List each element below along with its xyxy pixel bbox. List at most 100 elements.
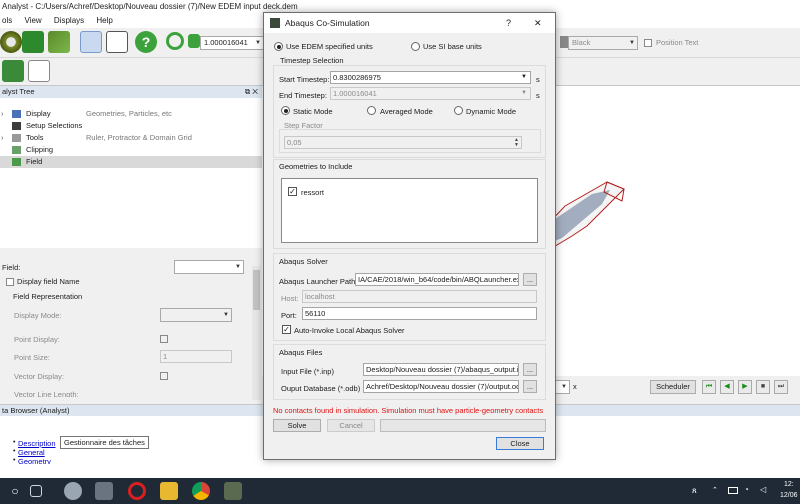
wifi-icon[interactable]: ◔	[744, 485, 749, 494]
solve-button[interactable]: Solve	[273, 419, 321, 432]
point-size-label: Point Size:	[14, 353, 50, 362]
field-combo[interactable]: ▼	[174, 260, 244, 274]
geometries-header: Geometries to Include	[279, 162, 353, 171]
edem-icon	[270, 18, 280, 28]
scrollbar-thumb[interactable]	[253, 270, 260, 310]
display-mode-label: Display Mode:	[14, 311, 62, 320]
abaqus-files-header: Abaqus Files	[279, 348, 323, 357]
chevron-down-icon: ▼	[521, 90, 527, 96]
tree-item-tools[interactable]: › Tools Ruler, Protractor & Domain Grid	[0, 132, 262, 144]
skip-start-icon[interactable]: ⏮	[702, 380, 716, 394]
close-button[interactable]: Close	[496, 437, 544, 450]
link-geometry[interactable]: Geometry	[18, 457, 51, 464]
search-icon[interactable]: ○	[6, 482, 24, 500]
spin-down-icon[interactable]: ▼	[514, 143, 519, 148]
menu-displays[interactable]: Displays	[54, 16, 84, 25]
output-database-input[interactable]: Achref/Desktop/Nouveau dossier (7)/outpu…	[363, 380, 519, 393]
timestep-combo[interactable]: 1.000016041 ▼	[200, 36, 264, 50]
help-icon[interactable]: ?	[135, 31, 157, 53]
geometry-ressort-checkbox[interactable]: ✓	[288, 187, 297, 196]
edem-analyst-icon[interactable]	[224, 482, 242, 500]
3d-view-icon[interactable]	[80, 31, 102, 53]
chevron-down-icon: ▼	[223, 312, 229, 318]
display-icon	[12, 110, 21, 118]
tree-item-field[interactable]: Field	[0, 156, 262, 168]
use-si-units-radio[interactable]	[411, 42, 420, 51]
task-view-icon[interactable]	[30, 485, 42, 497]
launcher-path-input[interactable]: IA/CAE/2018/win_b64/code/bin/ABQLauncher…	[355, 273, 519, 286]
list-icon[interactable]	[28, 60, 50, 82]
link-description[interactable]: Description	[18, 439, 56, 448]
output-database-browse-button[interactable]: ...	[523, 380, 537, 393]
abaqus-cosimulation-dialog: Abaqus Co-Simulation ? ✕ Use EDEM specif…	[263, 12, 556, 460]
point-display-checkbox[interactable]	[160, 335, 168, 343]
position-text-label: Position Text	[656, 38, 699, 47]
bar-chart-icon[interactable]	[106, 31, 128, 53]
timestep-step-icon[interactable]	[188, 34, 200, 48]
point-size-spinbox[interactable]: 1	[160, 350, 232, 363]
volume-icon[interactable]: ◁	[760, 485, 766, 494]
expand-arrow-icon[interactable]: ›	[1, 108, 4, 120]
cancel-button[interactable]: Cancel	[327, 419, 375, 432]
start-timestep-combo[interactable]: 0.8300286975 ▼	[330, 71, 531, 84]
tree-item-display[interactable]: › Display Geometries, Particles, etc	[0, 108, 262, 120]
play-back-icon[interactable]: ◀	[720, 380, 734, 394]
open-folder-icon[interactable]	[48, 31, 70, 53]
close-icon[interactable]: ✕	[534, 13, 542, 33]
vector-line-length-label: Vector Line Length:	[14, 390, 79, 397]
static-mode-radio[interactable]	[281, 106, 290, 115]
step-factor-spinbox[interactable]: 0,05 ▲ ▼	[284, 136, 522, 149]
windows-taskbar: ○ ጸ ⌃ ◔ ◁ 12: 12/06	[0, 478, 800, 504]
edem-app-icon[interactable]	[64, 482, 82, 500]
people-icon[interactable]: ጸ	[692, 486, 697, 496]
vector-display-checkbox[interactable]	[160, 372, 168, 380]
battery-icon[interactable]	[728, 487, 738, 494]
stop-icon[interactable]: ■	[756, 380, 770, 394]
record-icon[interactable]	[22, 31, 44, 53]
expand-arrow-icon[interactable]: ›	[1, 132, 4, 144]
link-general[interactable]: General	[18, 448, 45, 457]
averaged-mode-label: Averaged Mode	[380, 107, 433, 116]
menu-tools[interactable]: ols	[2, 16, 12, 25]
color-combo[interactable]: Black ▼	[568, 36, 638, 50]
skip-end-icon[interactable]: ⏭	[774, 380, 788, 394]
geometry-ressort-label: ressort	[301, 188, 324, 197]
end-timestep-combo[interactable]: 1.000016041 ▼	[330, 87, 531, 100]
panel-float-icon[interactable]: ⧉ ✕	[245, 86, 258, 98]
taskbar-tooltip: Gestionnaire des tâches	[60, 436, 149, 449]
input-file-browse-button[interactable]: ...	[523, 363, 537, 376]
chevron-down-icon: ▼	[561, 384, 567, 390]
display-mode-combo[interactable]: ▼	[160, 308, 232, 322]
clock-date[interactable]: 12/06	[780, 492, 798, 499]
launcher-browse-button[interactable]: ...	[523, 273, 537, 286]
menu-view[interactable]: View	[24, 16, 41, 25]
help-icon[interactable]: ?	[506, 13, 511, 33]
position-text-checkbox[interactable]	[644, 39, 652, 47]
play-forward-icon[interactable]: ▶	[738, 380, 752, 394]
host-label: Host:	[281, 294, 299, 303]
field-panel-scrollbar[interactable]	[252, 266, 261, 400]
dynamic-mode-radio[interactable]	[454, 106, 463, 115]
opera-icon[interactable]	[128, 482, 146, 500]
tree-item-clipping[interactable]: Clipping	[0, 144, 262, 156]
bullet: •	[13, 439, 16, 446]
play-icon[interactable]	[2, 60, 24, 82]
input-file-label: Input File (*.inp)	[281, 367, 334, 376]
settings-gear-icon[interactable]	[0, 31, 22, 53]
tree-item-setup-selections[interactable]: Setup Selections	[0, 120, 262, 132]
file-explorer-icon[interactable]	[160, 482, 178, 500]
task-manager-icon[interactable]	[95, 482, 113, 500]
clock-time[interactable]: 12:	[784, 481, 794, 488]
chevron-up-icon[interactable]: ⌃	[712, 486, 718, 494]
menu-help[interactable]: Help	[96, 16, 112, 25]
host-input[interactable]: localhost	[302, 290, 537, 303]
input-file-input[interactable]: Desktop/Nouveau dossier (7)/abaqus_outpu…	[363, 363, 519, 376]
scheduler-button[interactable]: Scheduler	[650, 380, 696, 394]
display-field-name-checkbox[interactable]	[6, 278, 14, 286]
port-input[interactable]: 56110	[302, 307, 537, 320]
averaged-mode-radio[interactable]	[367, 106, 376, 115]
use-edem-units-radio[interactable]	[274, 42, 283, 51]
timer-icon[interactable]	[166, 32, 184, 50]
chrome-icon[interactable]	[192, 482, 210, 500]
auto-invoke-checkbox[interactable]: ✓	[282, 325, 291, 334]
